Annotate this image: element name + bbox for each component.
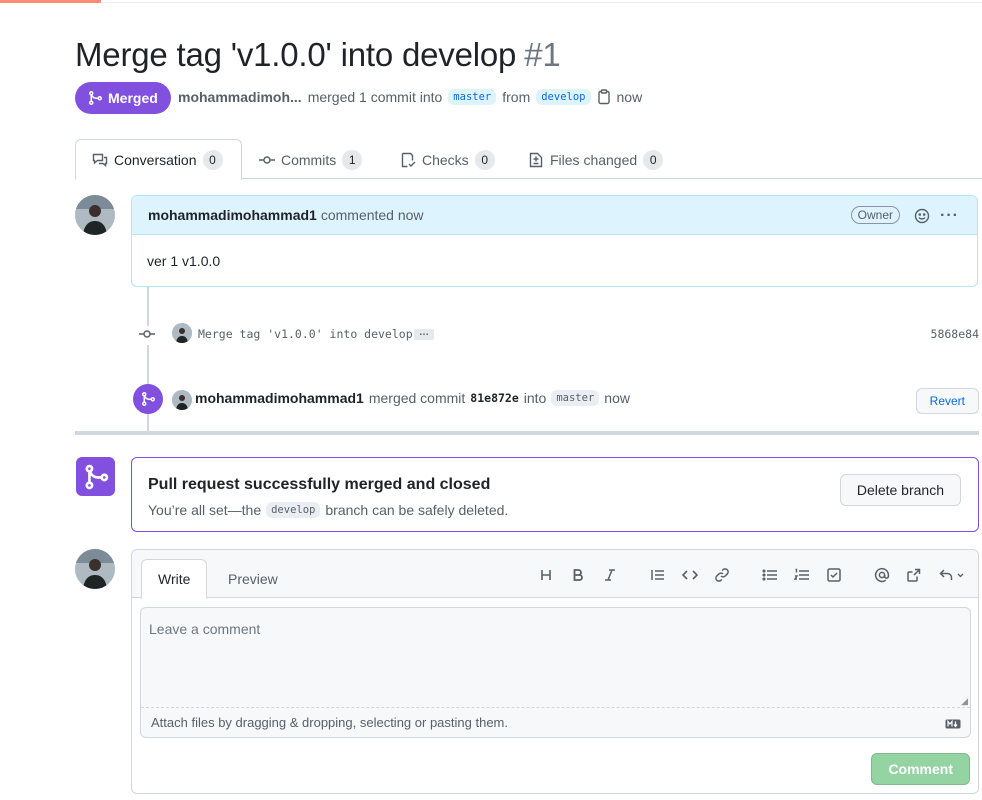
editor-header: Write Preview (132, 550, 978, 599)
smiley-icon[interactable] (914, 208, 930, 227)
tab-label: Conversation (114, 151, 197, 168)
ordered-list-icon[interactable] (792, 565, 812, 585)
page-title: Merge tag 'v1.0.0' into develop #1 (75, 36, 561, 74)
comment-discussion-icon (92, 152, 108, 168)
saved-replies-icon[interactable] (938, 565, 966, 585)
attach-files-text[interactable]: Attach files by dragging & dropping, sel… (151, 715, 508, 730)
cross-reference-icon[interactable] (904, 565, 924, 585)
avatar[interactable] (172, 323, 192, 343)
avatar[interactable] (75, 195, 115, 235)
file-diff-icon (528, 152, 544, 168)
comment-timestamp[interactable]: commented now (321, 207, 424, 223)
commit-sha-link[interactable]: 5868e84 (931, 327, 979, 341)
tab-files-changed[interactable]: Files changed 0 (512, 139, 679, 180)
merged-commit-text: merged commit (368, 390, 466, 406)
quote-icon[interactable] (648, 565, 668, 585)
commit-icon (259, 152, 275, 168)
tab-checks[interactable]: Checks 0 (384, 139, 511, 180)
pr-number: #1 (524, 36, 561, 73)
pr-meta: mohammadimoh... merged 1 commit into mas… (178, 89, 642, 105)
comment-header: mohammadimohammad1 commented now Owner ·… (132, 196, 977, 235)
merged-subtext-before: You’re all set—the (148, 502, 262, 518)
tab-label: Files changed (550, 151, 638, 168)
tab-conversation[interactable]: Conversation 0 (75, 139, 242, 180)
tab-commits[interactable]: Commits 1 (243, 139, 378, 180)
head-branch-label[interactable]: develop (536, 89, 591, 105)
merged-status-box: Pull request successfully merged and clo… (131, 457, 979, 532)
merge-author-link[interactable]: mohammadimohammad1 (195, 390, 364, 406)
code-icon[interactable] (680, 565, 700, 585)
commit-icon (139, 326, 155, 345)
comment-body: ver 1 v1.0.0 (147, 253, 221, 269)
italic-icon[interactable] (600, 565, 620, 585)
attach-divider (141, 707, 970, 708)
tab-counter: 0 (202, 149, 223, 170)
avatar[interactable] (75, 549, 115, 589)
comment-box: mohammadimohammad1 commented now Owner ·… (131, 195, 978, 287)
from-text: from (502, 89, 531, 105)
comment-placeholder: Leave a comment (149, 621, 261, 637)
mention-icon[interactable] (872, 565, 892, 585)
resize-handle-icon[interactable]: ◢ (961, 696, 968, 707)
tab-counter: 1 (342, 149, 363, 170)
merge-commit-sha-link[interactable]: 81e872e (470, 391, 518, 405)
git-merge-icon (76, 457, 115, 496)
comment-textarea[interactable]: Leave a comment ◢ Attach files by draggi… (140, 607, 971, 738)
avatar[interactable] (172, 390, 192, 410)
merged-subtext-after: branch can be safely deleted. (325, 502, 509, 518)
heading-icon[interactable] (536, 565, 556, 585)
unordered-list-icon[interactable] (760, 565, 780, 585)
merge-time[interactable]: now (604, 390, 630, 406)
copy-icon[interactable] (597, 89, 611, 105)
tab-label: Commits (281, 151, 337, 168)
merged-text: merged 1 commit into (307, 89, 443, 105)
git-merge-icon (87, 90, 103, 106)
merged-event: mohammadimohammad1 merged commit 81e872e… (133, 384, 979, 414)
timeline-end-divider (75, 431, 979, 435)
base-branch-label[interactable]: master (551, 390, 600, 406)
merged-heading: Pull request successfully merged and clo… (148, 476, 491, 493)
into-text: into (523, 390, 547, 406)
checklist-icon (400, 152, 416, 168)
link-icon[interactable] (712, 565, 732, 585)
active-nav-underline (0, 0, 101, 3)
merged-event-text: mohammadimohammad1 merged commit 81e872e… (195, 390, 630, 406)
commit-message-link[interactable]: Merge tag 'v1.0.0' into develop (198, 327, 413, 341)
comment-submit-button[interactable]: Comment (871, 753, 970, 785)
owner-badge: Owner (850, 206, 900, 224)
git-merge-icon (133, 384, 163, 414)
tab-write[interactable]: Write (141, 559, 208, 599)
pr-title: Merge tag 'v1.0.0' into develop (75, 36, 517, 73)
comment-author-link[interactable]: mohammadimohammad1 (148, 207, 317, 223)
commit-row: Merge tag 'v1.0.0' into develop … 5868e8… (139, 323, 979, 345)
base-branch-label[interactable]: master (448, 89, 497, 105)
task-list-icon[interactable] (824, 565, 844, 585)
expand-commit-button[interactable]: … (414, 328, 434, 340)
revert-button[interactable]: Revert (915, 388, 979, 414)
header-divider (0, 2, 982, 3)
markdown-icon[interactable] (945, 716, 961, 732)
bold-icon[interactable] (568, 565, 588, 585)
kebab-horizontal-icon[interactable]: ··· (940, 207, 959, 225)
tab-counter: 0 (474, 149, 495, 170)
pr-author-link[interactable]: mohammadimoh... (178, 89, 302, 105)
pr-time: now (616, 89, 643, 105)
pr-tabs: Conversation 0 Commits 1 Checks 0 Files … (75, 139, 982, 180)
merged-subtext: You’re all set—the develop branch can be… (148, 502, 508, 518)
delete-branch-button[interactable]: Delete branch (839, 474, 961, 506)
comment-editor: Write Preview Leave a comment ◢ Attach f… (131, 549, 979, 794)
merged-state-badge: Merged (75, 82, 171, 114)
tab-label: Checks (422, 151, 469, 168)
state-label: Merged (108, 90, 158, 106)
tab-preview[interactable]: Preview (212, 559, 294, 599)
head-branch-label[interactable]: develop (266, 502, 321, 518)
tab-counter: 0 (643, 149, 664, 170)
